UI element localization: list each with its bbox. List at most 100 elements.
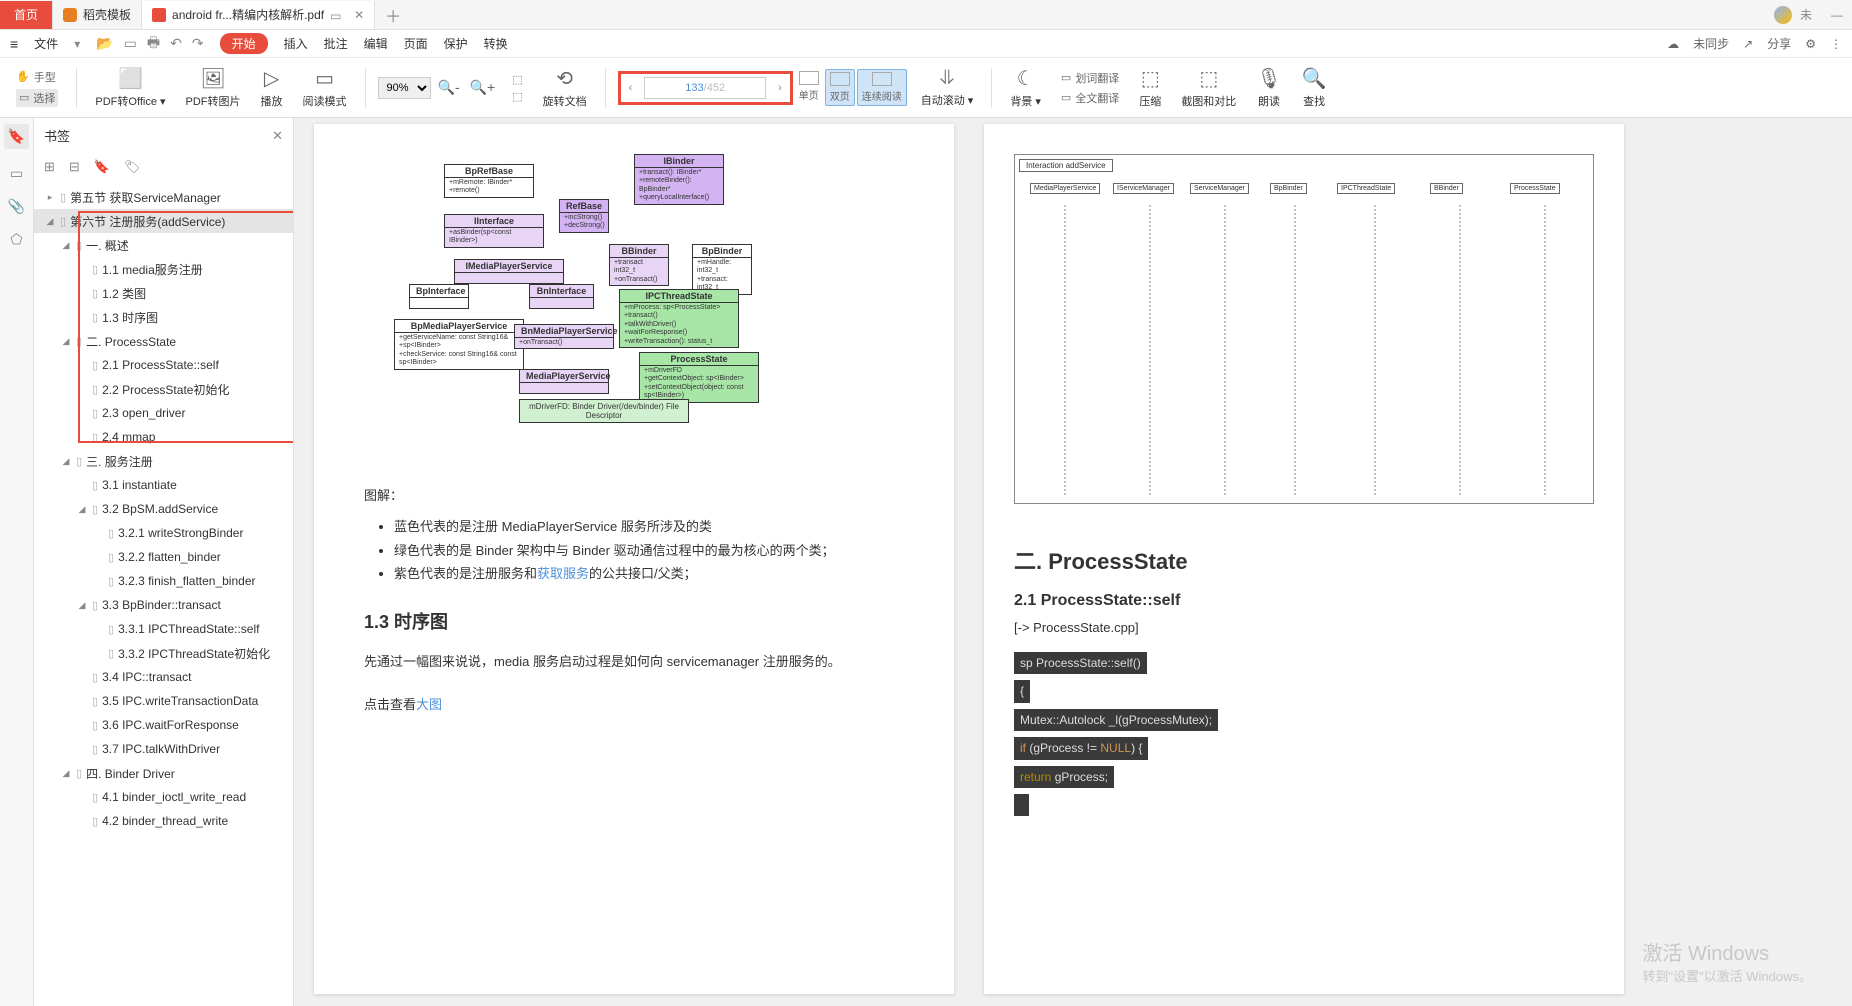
- redo-icon[interactable]: ↷: [192, 35, 204, 52]
- tab-home[interactable]: 首页: [0, 1, 53, 29]
- bookmark-ribbon-icon[interactable]: 🏷: [124, 159, 141, 175]
- bookmark-item[interactable]: ◢▯3.2 BpSM.addService: [34, 497, 293, 521]
- menu-page[interactable]: 页面: [404, 35, 428, 52]
- expand-all-icon[interactable]: ⊞: [44, 159, 55, 175]
- user-area[interactable]: 未: [1774, 6, 1822, 24]
- panel-close-icon[interactable]: ✕: [272, 128, 283, 144]
- code-block: sp ProcessState::self(){ Mutex::Autolock…: [1014, 649, 1594, 819]
- bookmark-item[interactable]: ◢▯一. 概述: [34, 233, 293, 257]
- page-next[interactable]: ›: [770, 82, 790, 94]
- bookmark-item[interactable]: ▯3.4 IPC::transact: [34, 665, 293, 689]
- link-bigimg[interactable]: 大图: [416, 697, 442, 712]
- save-icon[interactable]: ▭: [124, 35, 137, 52]
- bookmark-item[interactable]: ◢▯四. Binder Driver: [34, 761, 293, 785]
- page-navigator: ‹ 133/452 ›: [618, 71, 793, 105]
- bookmark-item[interactable]: ◢▯三. 服务注册: [34, 449, 293, 473]
- bookmark-item[interactable]: ▯3.6 IPC.waitForResponse: [34, 713, 293, 737]
- zoom-select[interactable]: 90%: [378, 77, 431, 99]
- bookmark-item[interactable]: ▯3.3.2 IPCThreadState初始化: [34, 641, 293, 665]
- document-viewport[interactable]: IBinder+transact(): IBinder*+remoteBinde…: [294, 118, 1852, 1006]
- collapse-all-icon[interactable]: ⊟: [69, 159, 80, 175]
- menu-edit[interactable]: 编辑: [364, 35, 388, 52]
- menu-convert[interactable]: 转换: [484, 35, 508, 52]
- fit-page-icon[interactable]: ⬚: [512, 90, 522, 103]
- tab-shell[interactable]: 稻壳模板: [53, 1, 142, 29]
- class-diagram: IBinder+transact(): IBinder*+remoteBinde…: [364, 154, 914, 454]
- bookmark-item[interactable]: ▯4.2 binder_thread_write: [34, 809, 293, 833]
- bookmark-item[interactable]: ◢▯第六节 注册服务(addService): [34, 209, 293, 233]
- bookmark-item[interactable]: ▯4.1 binder_ioctl_write_read: [34, 785, 293, 809]
- cloud-icon[interactable]: ☁: [1667, 37, 1679, 51]
- bookmark-item[interactable]: ▯1.2 类图: [34, 281, 293, 305]
- menu-insert[interactable]: 插入: [284, 35, 308, 52]
- bookmark-item[interactable]: ▯3.2.2 flatten_binder: [34, 545, 293, 569]
- page-current[interactable]: 133: [685, 82, 703, 94]
- bookmark-item[interactable]: ▯2.3 open_driver: [34, 401, 293, 425]
- hamburger-icon[interactable]: ≡: [10, 36, 18, 52]
- page-prev[interactable]: ‹: [621, 82, 641, 94]
- share-icon[interactable]: ↗: [1743, 37, 1753, 51]
- more-icon[interactable]: ⋮: [1830, 37, 1842, 51]
- btn-play[interactable]: ▷播放: [255, 58, 289, 117]
- bookmark-item[interactable]: ▯1.3 时序图: [34, 305, 293, 329]
- window-minimize[interactable]: —: [1822, 8, 1852, 22]
- view-continuous[interactable]: 连续阅读: [857, 69, 907, 106]
- tab-active-doc[interactable]: android fr...精编内核解析.pdf ▭ ✕: [142, 1, 375, 29]
- windows-watermark: 激活 Windows 转到"设置"以激活 Windows。: [1642, 940, 1812, 986]
- btn-find[interactable]: 🔍查找: [1296, 58, 1333, 117]
- bookmark-item[interactable]: ▯2.2 ProcessState初始化: [34, 377, 293, 401]
- bookmark-tree[interactable]: ▸▯第五节 获取ServiceManager◢▯第六节 注册服务(addServ…: [34, 181, 293, 1006]
- menu-file[interactable]: 文件: [34, 35, 58, 52]
- btn-read[interactable]: 🎙朗读: [1250, 58, 1287, 117]
- btn-pdf2office[interactable]: ⬜PDF转Office ▾: [89, 58, 171, 117]
- tab-close-icon[interactable]: ✕: [348, 8, 364, 22]
- zoom-in-icon[interactable]: 🔍+: [467, 79, 499, 96]
- menu-start[interactable]: 开始: [220, 33, 268, 54]
- settings-icon[interactable]: ⚙: [1805, 37, 1816, 51]
- tool-select[interactable]: ▭ 选择: [16, 89, 58, 107]
- share-label[interactable]: 分享: [1767, 35, 1791, 52]
- bookmark-item[interactable]: ▯3.2.3 finish_flatten_binder: [34, 569, 293, 593]
- view-double[interactable]: 双页: [825, 69, 855, 106]
- bookmark-item[interactable]: ▯1.1 media服务注册: [34, 257, 293, 281]
- bookmark-item[interactable]: ▯3.2.1 writeStrongBinder: [34, 521, 293, 545]
- btn-compare[interactable]: ⬚截图和对比: [1175, 58, 1242, 117]
- btn-fulltrans[interactable]: ▭ 全文翻译: [1061, 90, 1119, 106]
- fit-width-icon[interactable]: ⬚: [512, 73, 522, 86]
- menu-protect[interactable]: 保护: [444, 35, 468, 52]
- view-single[interactable]: 单页: [795, 69, 823, 106]
- tool-hand[interactable]: ✋ 手型: [16, 69, 58, 85]
- bookmark-item[interactable]: ▯3.7 IPC.talkWithDriver: [34, 737, 293, 761]
- print-icon[interactable]: 🖶: [147, 32, 160, 56]
- bookmark-item[interactable]: ▯3.1 instantiate: [34, 473, 293, 497]
- link-get-service[interactable]: 获取服务: [537, 566, 589, 581]
- legend-item: 绿色代表的是 Binder 架构中与 Binder 驱动通信过程中的最为核心的两…: [394, 539, 914, 562]
- rail-thumbs-icon[interactable]: ▭: [10, 165, 23, 182]
- bookmark-item[interactable]: ▯3.3.1 IPCThreadState::self: [34, 617, 293, 641]
- heading-2: 二. ProcessState: [1014, 544, 1594, 576]
- add-bookmark-icon[interactable]: 🔖: [94, 159, 110, 175]
- btn-seltrans[interactable]: ▭ 划词翻译: [1061, 70, 1119, 86]
- rail-cloud-icon[interactable]: ⬠: [10, 231, 22, 248]
- btn-bg[interactable]: ☾背景 ▾: [1004, 58, 1047, 117]
- bookmark-item[interactable]: ▯2.1 ProcessState::self: [34, 353, 293, 377]
- btn-autoscroll[interactable]: ⥥自动滚动 ▾: [915, 58, 980, 117]
- undo-icon[interactable]: ↶: [170, 35, 182, 52]
- zoom-out-icon[interactable]: 🔍-: [435, 79, 463, 96]
- menu-comment[interactable]: 批注: [324, 35, 348, 52]
- ribbon: ✋ 手型 ▭ 选择 ⬜PDF转Office ▾ 🖼PDF转图片 ▷播放 ▭阅读模…: [0, 58, 1852, 118]
- btn-compress[interactable]: ⬚压缩: [1133, 58, 1167, 117]
- bookmark-item[interactable]: ▯2.4 mmap: [34, 425, 293, 449]
- btn-readmode[interactable]: ▭阅读模式: [297, 58, 353, 117]
- btn-rotate[interactable]: ⟲旋转文档: [537, 58, 593, 117]
- btn-pdf2img[interactable]: 🖼PDF转图片: [180, 58, 247, 117]
- rail-attach-icon[interactable]: 📎: [8, 198, 25, 215]
- heading-2-1: 2.1 ProcessState::self: [1014, 592, 1594, 610]
- tab-add[interactable]: ＋: [375, 1, 411, 29]
- bookmark-item[interactable]: ◢▯3.3 BpBinder::transact: [34, 593, 293, 617]
- bookmark-item[interactable]: ◢▯二. ProcessState: [34, 329, 293, 353]
- bookmark-item[interactable]: ▯3.5 IPC.writeTransactionData: [34, 689, 293, 713]
- bookmark-item[interactable]: ▸▯第五节 获取ServiceManager: [34, 185, 293, 209]
- rail-bookmark-icon[interactable]: 🔖: [4, 124, 29, 149]
- open-icon[interactable]: 📂: [96, 35, 113, 52]
